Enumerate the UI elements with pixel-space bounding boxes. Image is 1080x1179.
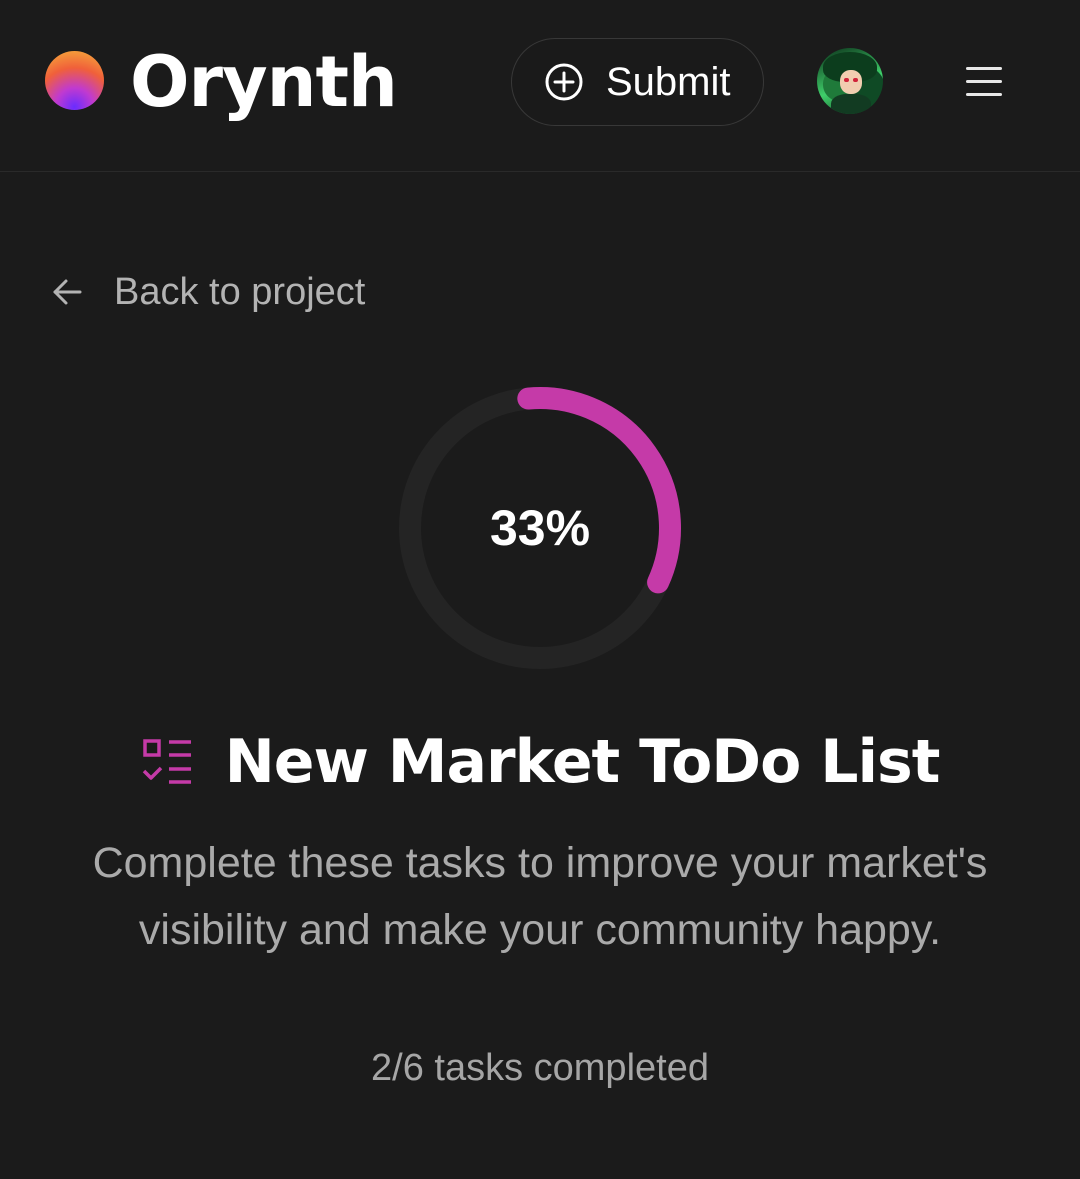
todo-title-row: New Market ToDo List: [0, 724, 1080, 800]
todo-description: Complete these tasks to improve your mar…: [92, 839, 988, 954]
top-bar: Orynth Submit: [0, 0, 1080, 172]
plus-circle-icon: [545, 63, 583, 101]
user-avatar[interactable]: [817, 48, 883, 114]
back-to-project-link[interactable]: Back to project: [50, 266, 365, 318]
progress-percent: 33%: [489, 500, 591, 556]
back-link-label: Back to project: [114, 270, 366, 313]
brand-logo[interactable]: [45, 51, 104, 110]
submit-button[interactable]: Submit: [511, 38, 764, 126]
arrow-left-icon: [53, 279, 82, 305]
tasks-completed-count: 2/6 tasks completed: [371, 1047, 709, 1089]
submit-button-label: Submit: [606, 59, 731, 104]
page: Orynth Submit Back to project 33% New Ma…: [0, 0, 1080, 1179]
todo-title: New Market ToDo List: [224, 727, 941, 797]
checklist-icon: [142, 739, 191, 784]
hamburger-menu-icon[interactable]: [962, 62, 1006, 102]
brand-name[interactable]: Orynth: [130, 40, 398, 124]
